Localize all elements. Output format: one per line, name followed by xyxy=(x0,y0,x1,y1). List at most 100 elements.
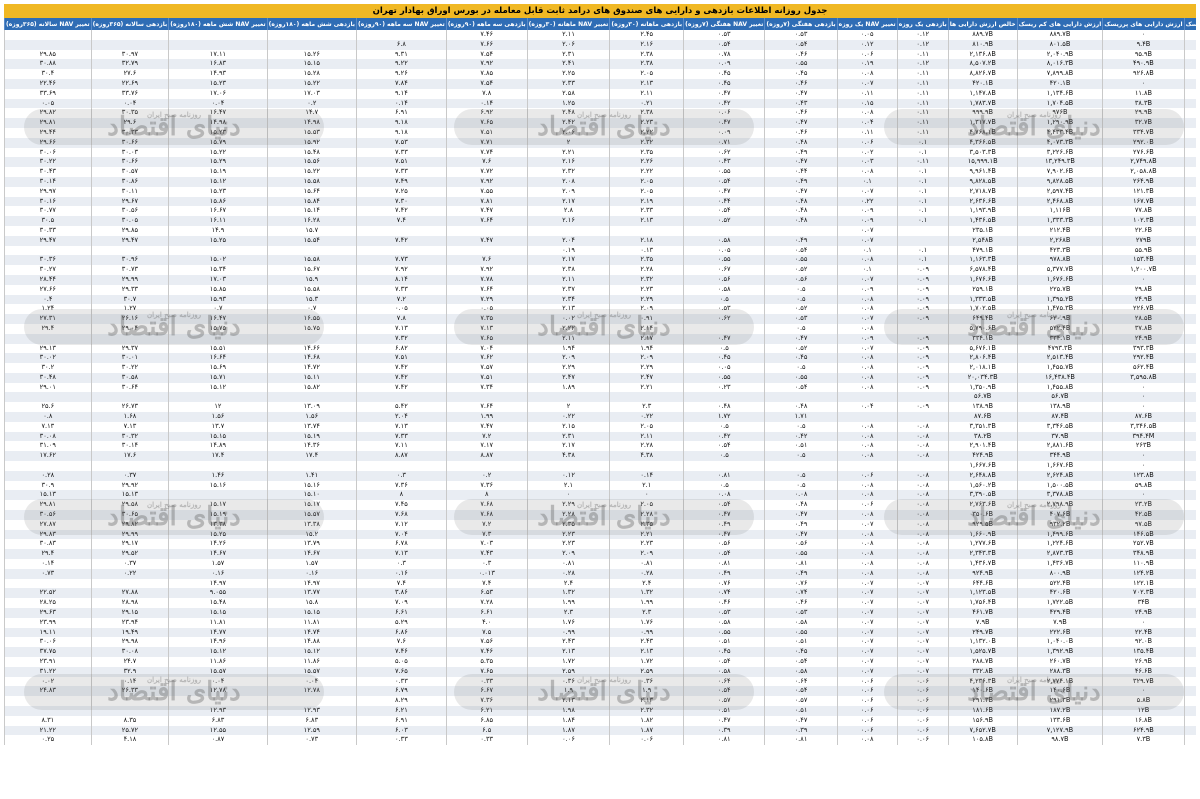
table-cell: ۰.۱۴ xyxy=(355,98,447,109)
table-row: صایند۶.۳۶۹۳.۶۴۱۶۷.۷B۲,۴۶۸.۸B۲,۶۳۶.۶B۰.۱۰… xyxy=(4,196,1196,207)
table-cell: ۸۷.۶B xyxy=(1102,412,1185,422)
table-cell: ۱۵.۴۸ xyxy=(266,147,357,158)
table-cell: ۱۲.۵۵ xyxy=(168,725,268,736)
table-cell: ۷.۰۳ xyxy=(445,539,528,550)
table-cell: ۰ xyxy=(1102,451,1185,462)
table-cell: ۲.۱۱ xyxy=(526,30,610,40)
table-cell: ۸۱۰.۹B xyxy=(947,39,1018,50)
table-cell: ۷.۸۵ xyxy=(445,69,528,79)
table-cell: ۹۲.۷۹ xyxy=(1183,627,1196,638)
table-cell: ۳۸.۳B xyxy=(1102,98,1185,109)
table-cell: ۰.۱۱ xyxy=(896,88,949,99)
column-header: بازدهی شش ماهه (۱۸۰روزه) xyxy=(266,18,357,30)
table-cell: ۱۵.۳ xyxy=(266,294,357,305)
table-cell: ۰.۴۹ xyxy=(764,235,838,246)
table-cell: ۰.۱۵ xyxy=(836,98,898,109)
table-row: گنجین۶.۸۹۳.۲۰۷.۹B۷.۹B۰.۰۷۰.۰۷۰.۵۸۰.۵۸۱.۷… xyxy=(4,617,1196,628)
table-row: تاج۰۱۰۰۰۱,۴۵۵.۸B۱,۳۵۰.۹B۰.۰۹۰.۰۸۰.۵۴۰.۲۳… xyxy=(4,382,1196,393)
table-cell: ۰.۰۷ xyxy=(896,637,949,648)
table-cell: ۰.۴۴ xyxy=(764,167,838,177)
table-row: کیان۱۷.۹۵۸۲.۰۵۵۶۲.۴B۱,۴۵۵.۷B۲,۰۱۸.۱B۰.۰۹… xyxy=(4,363,1196,373)
table-cell: ۸۸۹.۷B xyxy=(1016,30,1103,40)
table-row: پاداش۱۰.۷۸۹.۳۳۴۸.۹B۲,۸۷۳.۳B۲,۳۴۳.۳B۰.۰۸۰… xyxy=(4,549,1196,560)
table-cell: ۷.۹۲ xyxy=(355,265,447,275)
table-cell: ۳۳.۷۶ xyxy=(90,88,169,99)
table-cell: ۷.۵۴ xyxy=(445,49,528,60)
table-cell: ۱۶.۱۱ xyxy=(168,216,268,226)
table-cell: ۱۳,۲۴۹.۳B xyxy=(1016,157,1103,168)
table-cell: ۲,۶۲۴.۸B xyxy=(1016,470,1103,481)
table-cell: ۰.۰۷ xyxy=(836,186,898,197)
table-cell: ۷.۴ xyxy=(355,578,447,589)
table-cell: ۰ xyxy=(1102,617,1185,628)
table-cell: ۸۸۹.۷B xyxy=(947,30,1018,40)
table-cell: ۲.۲۳ xyxy=(609,284,684,295)
table-cell: ۷.۶۴ xyxy=(445,284,528,295)
table-cell: ۱۲.۵۹ xyxy=(266,725,357,736)
table-cell: ۲.۰۸ xyxy=(526,176,610,187)
table-cell: ۷.۵۱ xyxy=(445,372,528,383)
table-cell: ۱.۷۶ xyxy=(609,617,684,628)
table-cell: ۰.۸۱ xyxy=(609,559,684,569)
table-cell: ۰.۵۶ xyxy=(764,274,838,285)
table-cell: ۳۰.۱۴ xyxy=(4,176,92,187)
table-cell: ۰.۰۸ xyxy=(896,431,949,442)
table-cell: ۳۰.۲۲ xyxy=(4,157,92,168)
table-cell: ۲.۴۳ xyxy=(526,637,610,648)
table-cell: ۹۴.۲۳ xyxy=(1183,59,1196,70)
table-cell xyxy=(764,461,838,471)
table-cell: ۷.۶۸ xyxy=(355,510,447,520)
table-cell: ۷.۸ xyxy=(445,88,528,99)
table-cell: ۰.۱۲ xyxy=(526,470,610,481)
table-cell: ۲.۰۹ xyxy=(609,549,684,560)
table-cell: ۲۹.۸B xyxy=(1102,284,1185,295)
table-cell: ۲۳.۹۹ xyxy=(4,617,92,628)
table-cell: ۴۲۰.۱B xyxy=(947,78,1018,89)
table-cell: ۰.۰۸ xyxy=(836,167,898,177)
table-cell: ۷.۴۳ xyxy=(445,549,528,560)
table-row: مانی۹.۹۲۹۰.۰۸۲۶.۹B۲۶۰.۷B۲۸۸.۷B۰.۰۷۰.۰۷۰.… xyxy=(4,657,1196,667)
table-cell: ۷.۷۳ xyxy=(355,255,447,266)
table-cell: ۰.۵۶ xyxy=(683,539,765,550)
table-cell: ۱,۴۵۵.۷B xyxy=(1016,363,1103,373)
table-cell: ۰.۱۳ xyxy=(609,245,684,256)
table-cell xyxy=(355,225,447,236)
table-title: جدول روزانه اطلاعات بازدهی و دارایی های … xyxy=(4,4,1196,18)
watermark: روزنامه صبح ایران دنیای اقتصاد xyxy=(24,499,324,535)
table-cell: ۱۵.۸۲ xyxy=(266,382,357,393)
table-cell: ۷.۳۴ xyxy=(445,382,528,393)
table-cell: ۶.۸۲ xyxy=(355,343,447,354)
table-cell: ۹۳.۰۸ xyxy=(1183,715,1196,726)
table-cell xyxy=(526,392,610,403)
table-cell: ۹۸.۸۳ xyxy=(1183,39,1196,50)
table-cell: ۲۹.۳۳ xyxy=(90,284,169,295)
table-cell: ۲,۰۵۸.۸B xyxy=(1102,167,1185,177)
table-cell: ۹۰.۹۴ xyxy=(1183,510,1196,520)
table-cell: ۵.۲۹ xyxy=(355,617,447,628)
table-cell: ۰.۴۹ xyxy=(683,568,765,579)
table-cell: ۰ xyxy=(1102,274,1185,285)
table-cell: ۳,۵۰۳.۳B xyxy=(947,147,1018,158)
table-cell xyxy=(266,392,357,403)
table-cell: ۰.۴۷ xyxy=(764,186,838,197)
table-cell: ۹۹.۰۴ xyxy=(1183,441,1196,452)
table-cell: ۰.۰۸ xyxy=(836,353,898,364)
table-cell: ۲,۷۴۹.۸B xyxy=(1102,157,1185,168)
table-cell: ۲.۳ xyxy=(609,608,684,618)
table-cell: ۲۹.۹۹ xyxy=(90,274,169,285)
table-cell: ۲.۲۹ xyxy=(526,363,610,373)
table-cell: ۶.۵ xyxy=(445,725,528,736)
table-cell: ۰.۸۱ xyxy=(764,735,838,746)
watermark-subtext: روزنامه صبح ایران xyxy=(576,675,631,684)
table-cell: ۱۰۰ xyxy=(1183,30,1196,40)
table-cell: ۱۵.۵۶ xyxy=(266,157,357,168)
table-cell: ۵۶.۷B xyxy=(1016,392,1103,403)
table-cell: ۲.۲۸ xyxy=(609,441,684,452)
table-cell: ۰.۰۷ xyxy=(836,78,898,89)
table-cell: ۱۷.۴ xyxy=(266,451,357,462)
table-cell: ۰.۴۷ xyxy=(764,88,838,99)
table-cell xyxy=(90,39,169,50)
table-cell: ۰.۵ xyxy=(764,421,838,432)
table-cell: ۱.۵۶ xyxy=(266,412,357,422)
table-cell: ۰.۰۲ xyxy=(836,147,898,158)
